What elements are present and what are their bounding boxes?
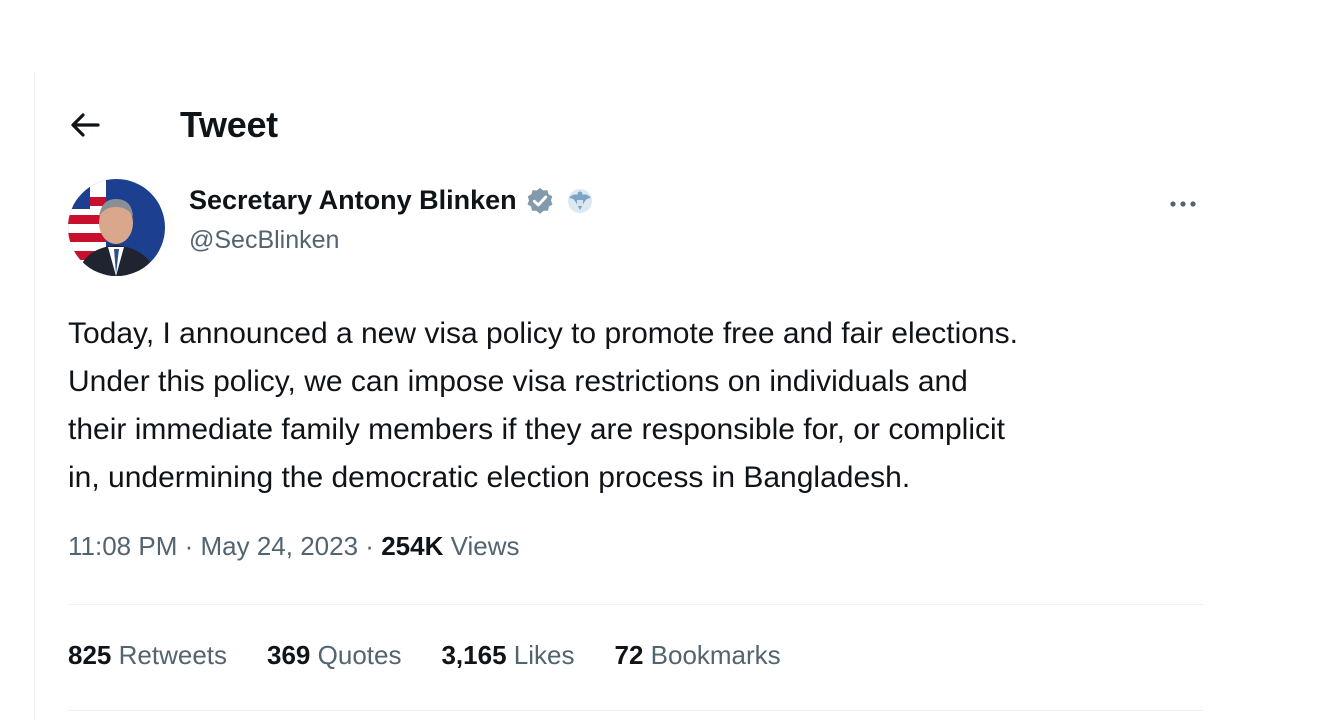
tweet-text-line: in, undermining the democratic election … <box>68 461 911 494</box>
views-count: 254K <box>381 531 444 561</box>
bookmarks-label: Bookmarks <box>650 640 781 670</box>
likes-count: 3,165 <box>441 640 507 670</box>
column-border <box>34 72 35 720</box>
likes-label: Likes <box>513 640 575 670</box>
tweet-text: Today, I announced a new visa policy to … <box>68 310 1218 502</box>
bookmarks-stat[interactable]: 72 Bookmarks <box>614 640 780 671</box>
engagement-stats: 825 Retweets 369 Quotes 3,165 Likes 72 B… <box>68 640 821 671</box>
retweets-stat[interactable]: 825 Retweets <box>68 640 227 671</box>
avatar-image <box>68 179 165 276</box>
arrow-left-icon <box>71 113 100 137</box>
quotes-count: 369 <box>267 640 311 670</box>
views-label: Views <box>450 531 520 561</box>
more-options-button[interactable] <box>1163 189 1203 219</box>
avatar[interactable] <box>68 179 165 276</box>
page-header: Tweet <box>68 100 278 150</box>
likes-stat[interactable]: 3,165 Likes <box>441 640 574 671</box>
tweet-author: Secretary Antony Blinken @SecBlinken <box>68 179 1203 279</box>
bookmarks-count: 72 <box>614 640 644 670</box>
back-button[interactable] <box>68 105 108 145</box>
tweet-text-line: their immediate family members if they a… <box>68 413 1006 446</box>
tweet-text-line: Today, I announced a new visa policy to … <box>68 317 1018 350</box>
tweet-metadata: 11:08 PM · May 24, 2023 · 254K Views <box>68 531 519 562</box>
meta-separator: · <box>184 531 194 561</box>
display-name-row: Secretary Antony Blinken <box>189 185 597 216</box>
quotes-stat[interactable]: 369 Quotes <box>267 640 401 671</box>
display-name[interactable]: Secretary Antony Blinken <box>189 185 517 216</box>
tweet-time[interactable]: 11:08 PM <box>68 531 177 561</box>
meta-separator: · <box>365 531 374 561</box>
verified-badge-icon <box>527 187 553 214</box>
tweet-date[interactable]: May 24, 2023 <box>201 531 359 561</box>
author-names: Secretary Antony Blinken @SecBlinken <box>189 185 597 255</box>
state-department-seal-icon <box>567 188 592 213</box>
quotes-label: Quotes <box>317 640 402 670</box>
author-handle[interactable]: @SecBlinken <box>189 226 597 255</box>
retweets-count: 825 <box>68 640 112 670</box>
retweets-label: Retweets <box>118 640 228 670</box>
page-title: Tweet <box>180 104 278 145</box>
divider <box>68 604 1203 605</box>
more-options-icon <box>1170 201 1196 207</box>
divider <box>68 710 1203 711</box>
tweet-text-line: Under this policy, we can impose visa re… <box>68 365 968 398</box>
